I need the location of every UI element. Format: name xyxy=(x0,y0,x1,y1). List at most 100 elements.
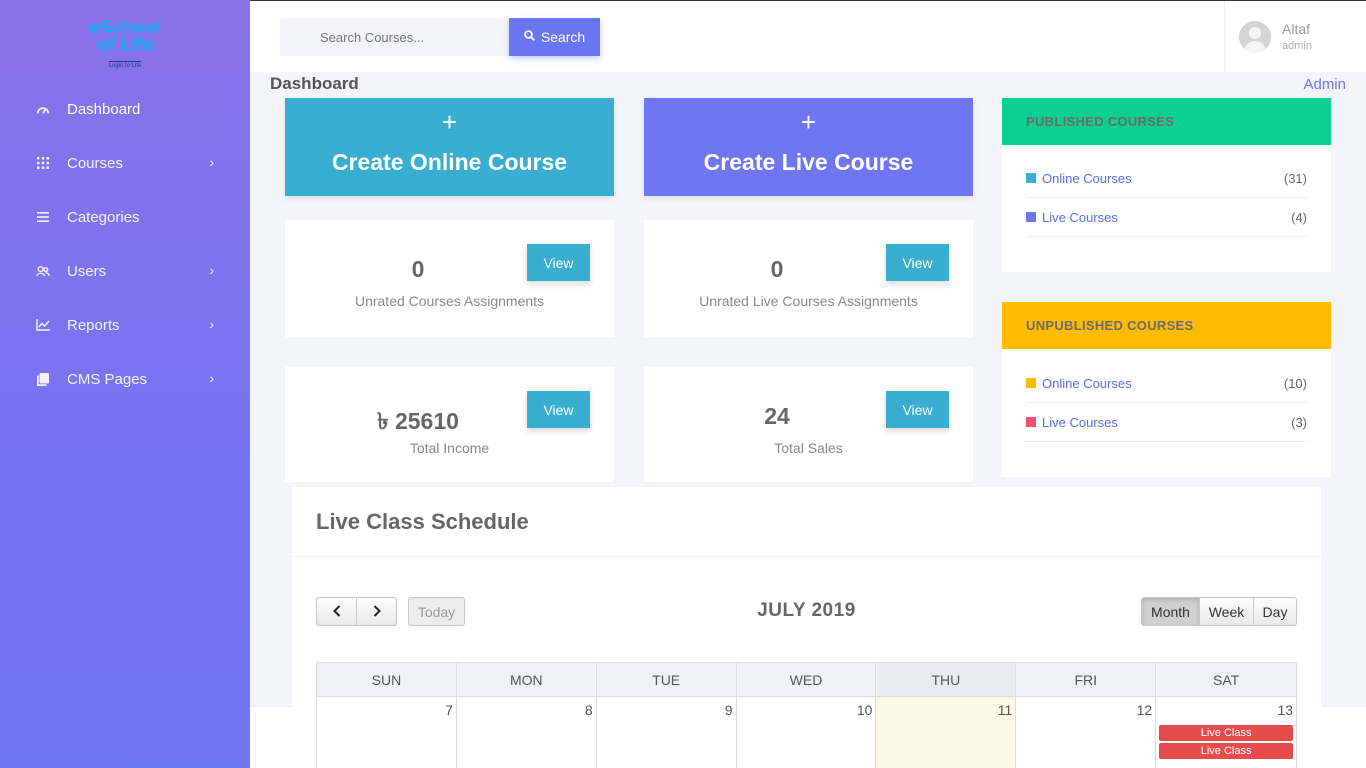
create-live-course-button[interactable]: + Create Live Course xyxy=(644,98,973,196)
sidebar-item-dashboard[interactable]: Dashboard xyxy=(0,82,250,136)
published-live-courses-link[interactable]: Live Courses xyxy=(1042,210,1118,225)
page-title: Dashboard xyxy=(270,74,359,93)
chart-icon xyxy=(36,318,50,332)
day-number: 12 xyxy=(1136,702,1153,718)
create-online-course-label: Create Online Course xyxy=(331,149,568,175)
search-icon xyxy=(524,30,535,44)
weekday-header: TUE xyxy=(596,662,737,697)
week-view-button[interactable]: Week xyxy=(1199,597,1254,626)
sidebar-item-label: Courses xyxy=(67,154,123,172)
weekday-header: FRI xyxy=(1016,662,1157,697)
month-view-button[interactable]: Month xyxy=(1141,597,1200,626)
legend-square-icon xyxy=(1026,378,1036,388)
plus-icon: + xyxy=(800,107,817,137)
stat-value: 0 xyxy=(770,256,784,282)
stat-value: 24 xyxy=(764,403,790,429)
logo-tagline: Login to Life xyxy=(108,61,142,69)
schedule-title: Live Class Schedule xyxy=(292,487,1321,557)
users-icon xyxy=(36,264,50,278)
weekday-header: MON xyxy=(456,662,597,697)
chevron-right-icon: › xyxy=(209,262,214,278)
day-number: 11 xyxy=(997,702,1013,718)
panel-title: PUBLISHED COURSES xyxy=(1002,98,1331,145)
live-class-schedule: Live Class Schedule Today JULY 2019 Mont… xyxy=(292,487,1321,768)
sidebar-item-courses[interactable]: Courses › xyxy=(0,136,250,190)
view-button[interactable]: View xyxy=(886,391,949,428)
sidebar-item-label: Categories xyxy=(67,208,140,226)
stat-value: 0 xyxy=(411,256,425,282)
sidebar-item-users[interactable]: Users › xyxy=(0,244,250,298)
view-button[interactable]: View xyxy=(886,244,949,281)
search-button[interactable]: Search xyxy=(509,18,600,56)
stat-label: Total Sales xyxy=(774,440,843,456)
calendar-day-cell[interactable]: 13 Live Class Live Class xyxy=(1156,697,1298,768)
sidebar-item-reports[interactable]: Reports › xyxy=(0,298,250,352)
calendar-day-cell[interactable]: 12 xyxy=(1016,697,1157,768)
calendar-day-cell[interactable]: 7 xyxy=(317,697,457,768)
user-menu[interactable]: Altaf admin xyxy=(1224,1,1366,73)
count: (3) xyxy=(1291,414,1307,430)
list-item: Live Courses (3) xyxy=(1026,403,1307,442)
create-online-course-button[interactable]: + Create Online Course xyxy=(285,98,614,196)
published-courses-panel: PUBLISHED COURSES Online Courses (31) Li… xyxy=(1002,98,1331,272)
chevron-right-icon: › xyxy=(209,154,214,170)
footer-strip xyxy=(250,706,292,768)
search-input[interactable] xyxy=(280,18,510,56)
grid-icon xyxy=(36,156,50,170)
unpublished-live-courses-link[interactable]: Live Courses xyxy=(1042,415,1118,430)
logo-line2: of Life xyxy=(96,35,154,55)
calendar-grid: SUN MON TUE WED THU FRI SAT 7 8 9 10 11 … xyxy=(316,662,1298,768)
logo[interactable]: eSchool of Life Login to Life xyxy=(84,20,166,72)
stat-card-unrated-live-courses: 0 Unrated Live Courses Assignments View xyxy=(644,220,973,337)
count: (10) xyxy=(1283,375,1307,391)
stat-card-total-sales: 24 Total Sales View xyxy=(644,367,973,482)
calendar-day-cell-today[interactable]: 11 xyxy=(876,697,1017,768)
calendar-event[interactable]: Live Class xyxy=(1159,743,1294,759)
speedometer-icon xyxy=(36,102,50,116)
sidebar-item-cms-pages[interactable]: CMS Pages › xyxy=(0,352,250,406)
legend-square-icon xyxy=(1026,173,1036,183)
chevron-right-icon: › xyxy=(209,370,214,386)
unpublished-courses-panel: UNPUBLISHED COURSES Online Courses (10) … xyxy=(1002,302,1331,477)
breadcrumb-admin-link[interactable]: Admin xyxy=(1303,76,1346,93)
weekday-header: SUN xyxy=(317,662,457,697)
chevron-right-icon: › xyxy=(209,316,214,332)
sidebar-item-label: CMS Pages xyxy=(67,370,148,388)
stat-label: Unrated Live Courses Assignments xyxy=(699,293,918,309)
list-item: Online Courses (31) xyxy=(1026,159,1307,198)
list-item: Online Courses (10) xyxy=(1026,364,1307,403)
stat-card-unrated-courses: 0 Unrated Courses Assignments View xyxy=(285,220,614,337)
search-button-label: Search xyxy=(540,29,586,45)
calendar-event[interactable]: Live Class xyxy=(1159,725,1294,741)
stat-card-total-income: ৳ 25610 Total Income View xyxy=(285,367,614,482)
panel-title: UNPUBLISHED COURSES xyxy=(1002,302,1331,349)
calendar-week-row: 7 8 9 10 11 12 13 Live Class Live Class xyxy=(317,697,1298,768)
footer-strip xyxy=(1321,706,1366,768)
calendar-day-cell[interactable]: 8 xyxy=(457,697,597,768)
avatar xyxy=(1239,21,1271,53)
sidebar-nav: Dashboard Courses › Categories Users › R… xyxy=(0,82,250,406)
stat-label: Total Income xyxy=(409,440,490,456)
stat-value: ৳ 25610 xyxy=(377,408,459,434)
unpublished-online-courses-link[interactable]: Online Courses xyxy=(1042,376,1132,391)
weekday-header: SAT xyxy=(1156,662,1298,697)
calendar-day-cell[interactable]: 9 xyxy=(597,697,737,768)
count: (4) xyxy=(1291,209,1307,225)
day-number: 9 xyxy=(724,702,733,718)
sidebar-item-label: Reports xyxy=(67,316,120,334)
sidebar-item-label: Dashboard xyxy=(67,100,141,118)
day-number: 10 xyxy=(856,702,873,718)
plus-icon: + xyxy=(441,107,458,137)
view-button[interactable]: View xyxy=(527,391,590,428)
calendar-day-cell[interactable]: 10 xyxy=(737,697,877,768)
view-button[interactable]: View xyxy=(527,244,590,281)
topbar: Search Altaf admin xyxy=(250,0,1366,73)
weekday-header: WED xyxy=(736,662,877,697)
stat-label: Unrated Courses Assignments xyxy=(354,293,545,309)
sidebar-item-categories[interactable]: Categories xyxy=(0,190,250,244)
day-view-button[interactable]: Day xyxy=(1253,597,1297,626)
published-online-courses-link[interactable]: Online Courses xyxy=(1042,171,1132,186)
day-number: 7 xyxy=(445,702,453,718)
pages-icon xyxy=(36,372,50,386)
calendar-header-row: SUN MON TUE WED THU FRI SAT xyxy=(317,662,1298,697)
